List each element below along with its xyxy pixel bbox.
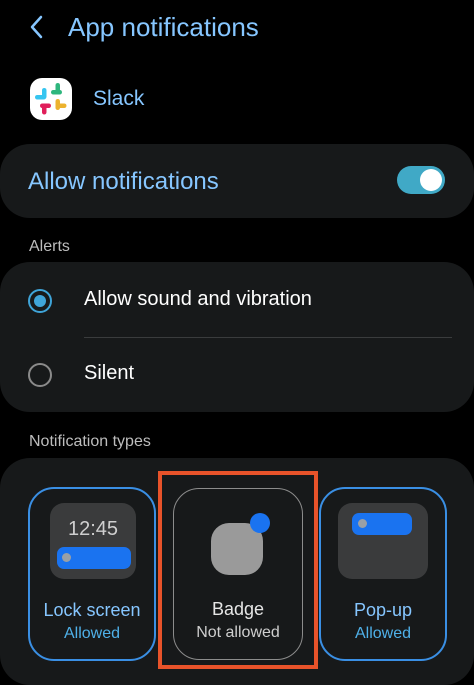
toggle-knob: [420, 169, 442, 191]
allow-notifications-toggle[interactable]: [397, 166, 445, 194]
type-status: Allowed: [63, 625, 121, 642]
divider: [84, 337, 452, 338]
notification-pill: [57, 547, 131, 569]
back-button[interactable]: [22, 10, 54, 44]
dot-icon: [358, 519, 367, 528]
notification-pill: [352, 513, 412, 535]
page-title: App notifications: [68, 12, 259, 42]
type-lock-screen[interactable]: 12:45 Lock screen Allowed: [28, 487, 156, 661]
type-label: Pop-up: [353, 600, 413, 620]
slack-logo-icon: [30, 78, 72, 120]
allow-notifications-label: Allow notifications: [28, 168, 219, 195]
type-status: Allowed: [354, 625, 412, 642]
alert-option-label: Silent: [84, 362, 135, 384]
chevron-left-icon: [30, 15, 43, 39]
type-pop-up[interactable]: Pop-up Allowed: [319, 487, 447, 661]
alert-option-label: Allow sound and vibration: [84, 288, 312, 310]
notification-types-header: Notification types: [29, 433, 151, 450]
lock-screen-preview: 12:45: [50, 503, 136, 579]
radio-selected-icon[interactable]: [28, 289, 52, 313]
highlight-box: [158, 471, 318, 669]
alert-option-silent[interactable]: Silent: [0, 339, 474, 409]
dot-icon: [62, 553, 71, 562]
pop-up-preview: [338, 503, 428, 579]
clock-text: 12:45: [67, 518, 119, 540]
alert-option-sound-vibration[interactable]: Allow sound and vibration: [0, 264, 474, 334]
type-label: Lock screen: [43, 600, 141, 620]
radio-unselected-icon[interactable]: [28, 363, 52, 387]
app-name: Slack: [93, 87, 145, 110]
alerts-header: Alerts: [29, 238, 70, 255]
